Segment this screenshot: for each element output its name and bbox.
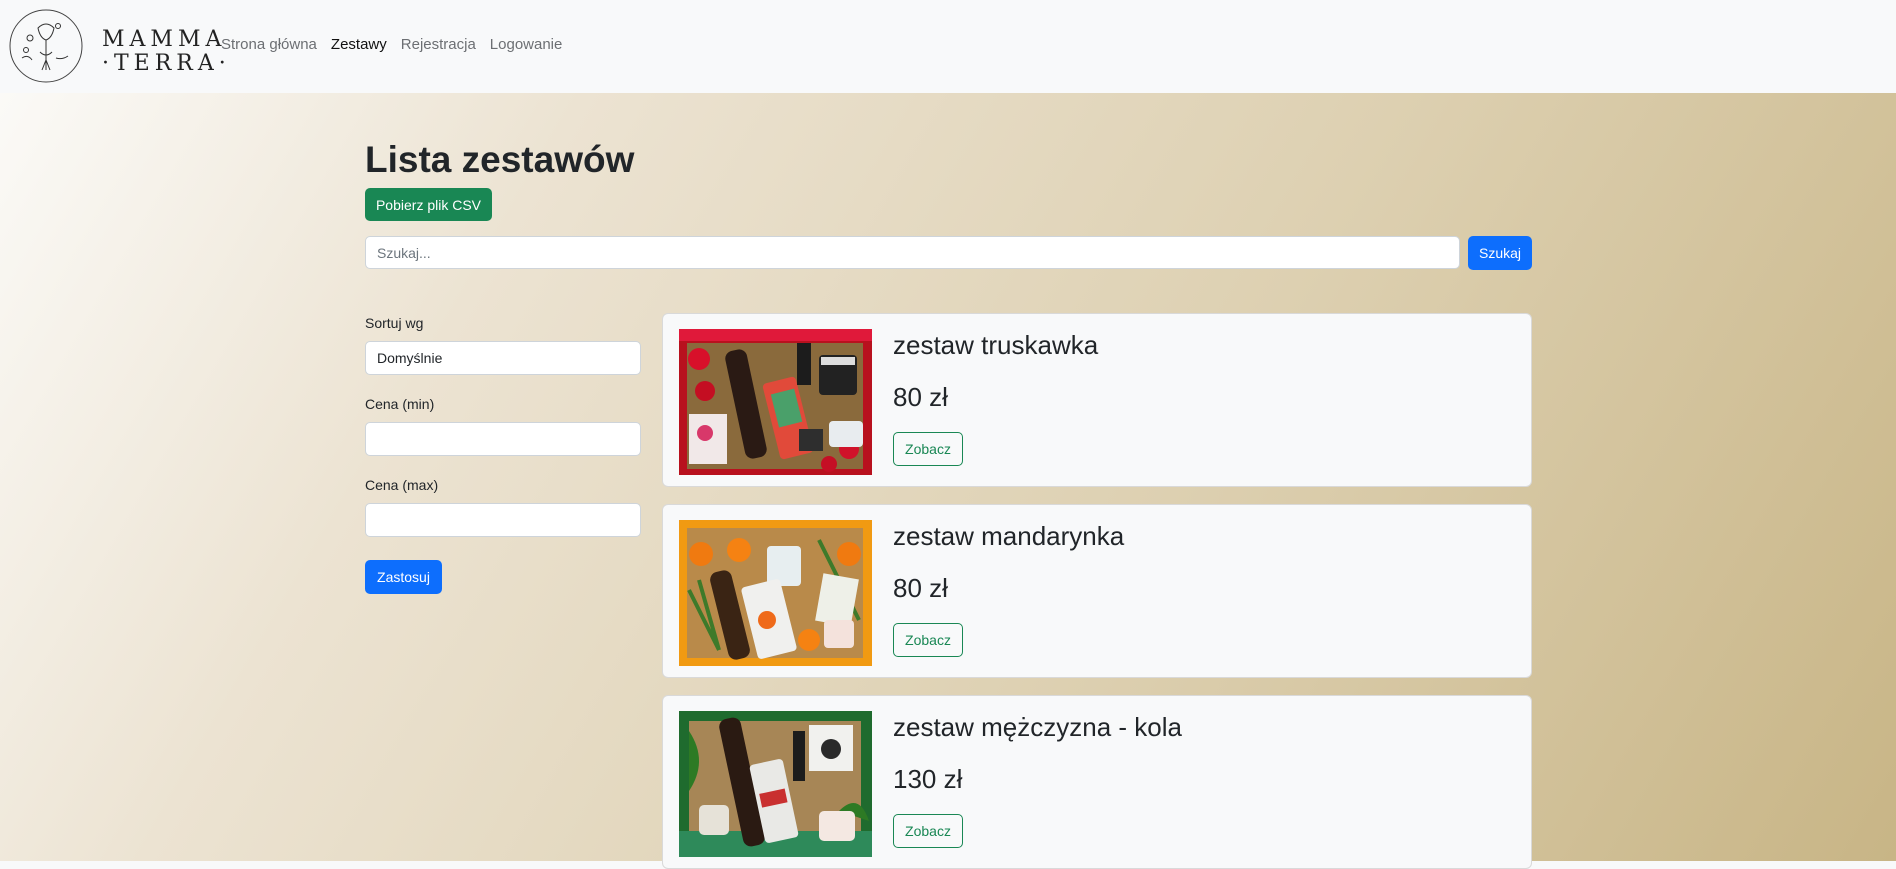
nav-link-home[interactable]: Strona główna (221, 36, 317, 53)
view-product-button[interactable]: Zobacz (893, 432, 963, 466)
navbar: MAMMA ·TERRA· Strona główna Zestawy Reje… (0, 0, 1896, 93)
product-name: zestaw mandarynka (893, 521, 1125, 551)
product-card: zestaw mandarynka 80 zł Zobacz (662, 504, 1532, 678)
nav-link-register[interactable]: Rejestracja (401, 36, 476, 53)
search-input[interactable] (365, 236, 1460, 269)
brand-line-2: ·TERRA· (102, 51, 231, 76)
sort-select[interactable]: Domyślnie (365, 341, 641, 375)
nav-link-login[interactable]: Logowanie (490, 36, 563, 53)
price-max-input[interactable] (365, 503, 641, 537)
page-title: Lista zestawów (365, 139, 635, 180)
brand-name[interactable]: MAMMA ·TERRA· (102, 28, 231, 76)
brand-logo-icon[interactable] (8, 8, 84, 84)
filters-panel: Sortuj wg Domyślnie Cena (min) Cena (max… (365, 315, 641, 558)
product-name: zestaw truskawka (893, 330, 1099, 360)
price-min-label: Cena (min) (365, 396, 435, 412)
main-content: Lista zestawów Pobierz plik CSV Szukaj S… (0, 93, 1896, 869)
download-csv-button[interactable]: Pobierz plik CSV (365, 188, 492, 221)
product-card: zestaw mężczyzna - kola 130 zł Zobacz (662, 695, 1532, 869)
price-min-input[interactable] (365, 422, 641, 456)
product-price: 80 zł (893, 382, 948, 412)
view-product-button[interactable]: Zobacz (893, 814, 963, 848)
brand-line-1: MAMMA (102, 27, 227, 52)
product-image-strawberry-set[interactable] (679, 329, 872, 475)
product-name: zestaw mężczyzna - kola (893, 712, 1182, 742)
apply-filters-button[interactable]: Zastosuj (365, 560, 442, 594)
nav-link-sets[interactable]: Zestawy (331, 36, 387, 53)
search-button[interactable]: Szukaj (1468, 236, 1532, 270)
product-image-mandarin-set[interactable] (679, 520, 872, 666)
product-card: zestaw truskawka 80 zł Zobacz (662, 313, 1532, 487)
nav-links: Strona główna Zestawy Rejestracja Logowa… (221, 36, 576, 53)
product-image-men-cola-set[interactable] (679, 711, 872, 857)
product-price: 130 zł (893, 764, 963, 794)
sort-label: Sortuj wg (365, 315, 424, 331)
product-price: 80 zł (893, 573, 948, 603)
view-product-button[interactable]: Zobacz (893, 623, 963, 657)
price-max-label: Cena (max) (365, 477, 439, 493)
